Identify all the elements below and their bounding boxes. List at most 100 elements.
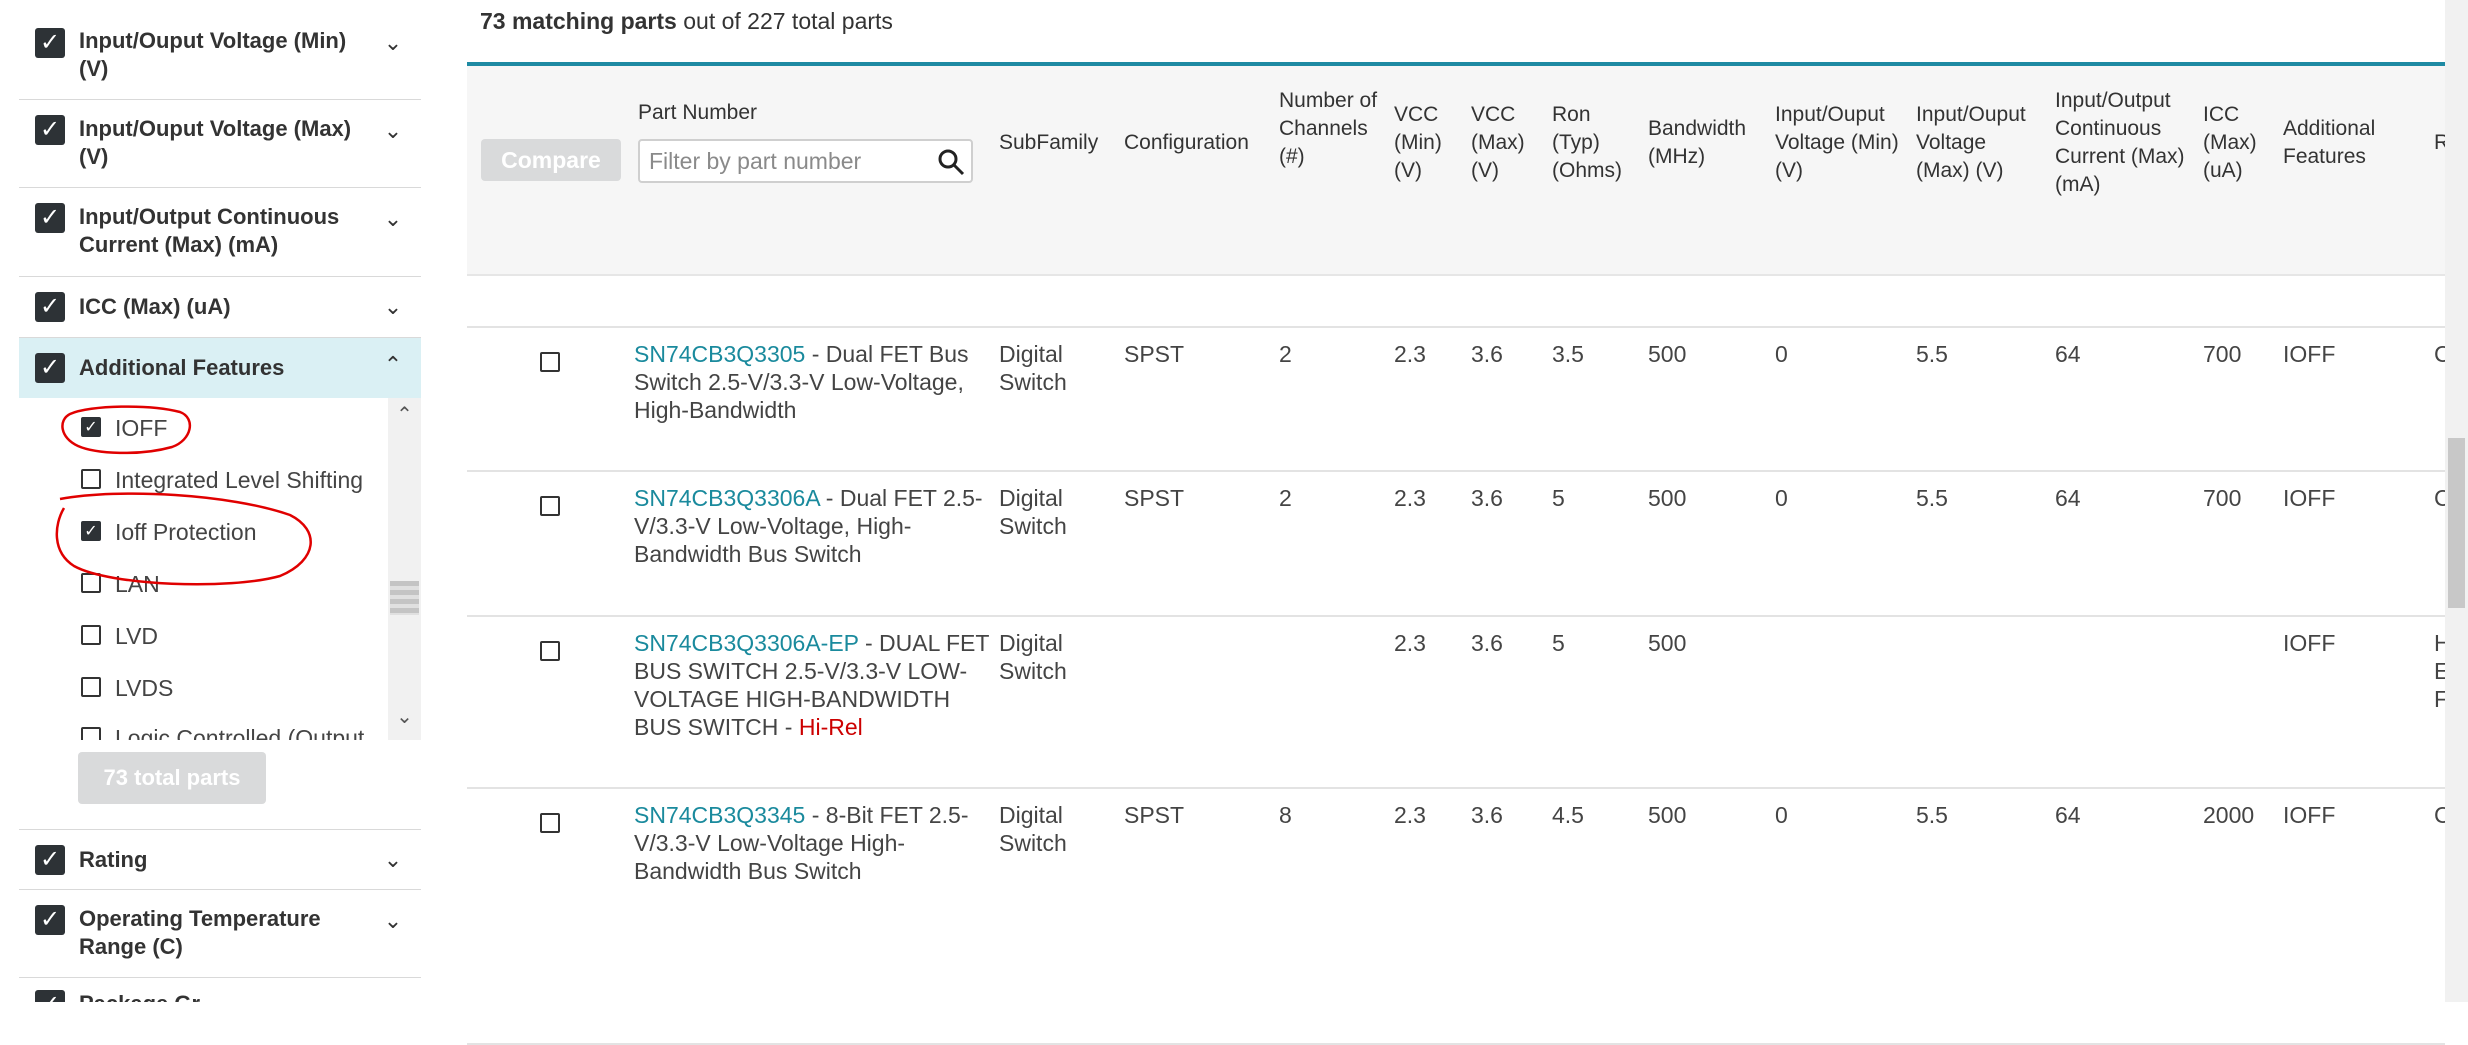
cell-vcc-min: 2.3: [1394, 341, 1426, 367]
option-checkbox[interactable]: ✓: [81, 521, 101, 541]
option-label: IOFF: [115, 415, 168, 441]
facet-io-voltage-min[interactable]: ✓ Input/Ouput Voltage (Min) (V) ⌄: [19, 0, 421, 100]
filter-sidebar: ✓ Input/Ouput Voltage (Min) (V) ⌄ ✓ Inpu…: [0, 0, 421, 1002]
cell-current: 64: [2055, 341, 2081, 367]
chevron-down-icon[interactable]: ⌄: [380, 908, 406, 934]
results-summary: 73 matching parts out of 227 total parts: [480, 8, 893, 35]
header-channels[interactable]: Number of Channels (#): [1279, 87, 1379, 171]
cell-vcc-min: 2.3: [1394, 485, 1426, 511]
cell-subfamily: Digital Switch: [999, 341, 1067, 395]
cell-bandwidth: 500: [1648, 630, 1687, 656]
search-icon[interactable]: [937, 148, 965, 176]
facet-label: Rating: [79, 847, 148, 872]
option-checkbox[interactable]: [81, 677, 101, 697]
cell-current: 64: [2055, 485, 2081, 511]
cell-current: 64: [2055, 802, 2081, 828]
option-label: Ioff Protection: [115, 519, 257, 545]
chevron-down-icon[interactable]: ⌄: [380, 206, 406, 232]
facet-operating-temperature[interactable]: ✓ Operating Temperature Range (C) ⌄: [19, 890, 421, 978]
cell-bandwidth: 500: [1648, 341, 1687, 367]
header-subfamily[interactable]: SubFamily: [999, 129, 1109, 157]
cell-configuration: SPST: [1124, 485, 1185, 511]
facet-rating[interactable]: ✓ Rating ⌄: [19, 830, 421, 890]
facet-checkbox[interactable]: ✓: [35, 115, 65, 145]
cell-subfamily: Digital Switch: [999, 485, 1067, 539]
header-continuous-current[interactable]: Input/Output Continuous Current (Max) (m…: [2055, 87, 2201, 199]
facet-checkbox[interactable]: ✓: [35, 353, 65, 383]
chevron-down-icon[interactable]: ⌄: [380, 294, 406, 320]
facet-label: Input/Ouput Voltage (Min) (V): [79, 28, 347, 81]
hi-rel-badge[interactable]: Hi-Rel: [799, 714, 863, 740]
header-configuration[interactable]: Configuration: [1124, 129, 1274, 157]
facet-package-group[interactable]: ✓ Package Gr: [19, 978, 421, 1002]
cell-rating: C: [2434, 485, 2445, 511]
header-vcc-min[interactable]: VCC (Min) (V): [1394, 101, 1456, 185]
cell-rating: C: [2434, 802, 2445, 828]
facet-label: Input/Ouput Voltage (Max) (V): [79, 116, 352, 169]
cell-vcc-min: 2.3: [1394, 802, 1426, 828]
cell-subfamily: Digital Switch: [999, 802, 1067, 856]
header-icc-max[interactable]: ICC (Max) (uA): [2203, 101, 2273, 185]
chevron-down-icon[interactable]: ⌄: [380, 30, 406, 56]
option-checkbox[interactable]: [81, 469, 101, 489]
part-number-link[interactable]: SN74CB3Q3305: [634, 341, 805, 367]
cell-io-max: 5.5: [1916, 485, 1948, 511]
header-io-voltage-max[interactable]: Input/Ouput Voltage (Max) (V): [1916, 101, 2044, 185]
cell-channels: 2: [1279, 341, 1292, 367]
page-scrollbar-thumb[interactable]: [2448, 438, 2465, 608]
part-number-filter-input[interactable]: [638, 139, 973, 183]
option-checkbox[interactable]: [81, 727, 101, 740]
header-additional-features[interactable]: Additional Features: [2283, 115, 2409, 171]
facet-checkbox[interactable]: ✓: [35, 203, 65, 233]
cell-vcc-max: 3.6: [1471, 802, 1503, 828]
cell-icc: 700: [2203, 341, 2242, 367]
row-select-checkbox[interactable]: [540, 641, 560, 661]
row-select-checkbox[interactable]: [540, 352, 560, 372]
part-number-link[interactable]: SN74CB3Q3345: [634, 802, 805, 828]
table-row: SN74CB3Q3345 - 8-Bit FET 2.5-V/3.3-V Low…: [467, 789, 2445, 1045]
option-clip: Logic Controlled (Output: [19, 724, 388, 740]
part-description: SN74CB3Q3306A-EP - DUAL FET BUS SWITCH 2…: [634, 629, 994, 741]
chevron-up-icon[interactable]: ⌃: [380, 352, 406, 378]
facet-additional-features[interactable]: ✓ Additional Features ⌃: [19, 338, 421, 398]
chevron-down-icon[interactable]: ⌄: [380, 847, 406, 873]
scroll-up-arrow-icon[interactable]: ⌃: [388, 402, 421, 427]
facet-checkbox[interactable]: ✓: [35, 905, 65, 935]
table-row: [467, 276, 2445, 328]
page-scrollbar[interactable]: [2445, 0, 2468, 1002]
part-description: SN74CB3Q3345 - 8-Bit FET 2.5-V/3.3-V Low…: [634, 801, 994, 885]
row-select-checkbox[interactable]: [540, 496, 560, 516]
total-parts-button[interactable]: 73 total parts: [78, 752, 266, 804]
option-label: Logic Controlled (Output: [115, 725, 365, 740]
header-io-voltage-min[interactable]: Input/Ouput Voltage (Min) (V): [1775, 101, 1903, 185]
part-number-link[interactable]: SN74CB3Q3306A-EP: [634, 630, 859, 656]
part-number-link[interactable]: SN74CB3Q3306A: [634, 485, 819, 511]
option-checkbox[interactable]: ✓: [81, 417, 101, 437]
chevron-down-icon[interactable]: ⌄: [380, 118, 406, 144]
cell-vcc-min: 2.3: [1394, 630, 1426, 656]
part-description: SN74CB3Q3306A - Dual FET 2.5-V/3.3-V Low…: [634, 484, 994, 568]
header-bandwidth[interactable]: Bandwidth (MHz): [1648, 115, 1773, 171]
compare-button[interactable]: Compare: [481, 139, 621, 181]
row-select-checkbox[interactable]: [540, 813, 560, 833]
facet-icc-max[interactable]: ✓ ICC (Max) (uA) ⌄: [19, 277, 421, 338]
facet-label: Operating Temperature Range (C): [79, 906, 321, 959]
option-checkbox[interactable]: [81, 573, 101, 593]
header-vcc-max[interactable]: VCC (Max) (V): [1471, 101, 1539, 185]
facet-checkbox[interactable]: ✓: [35, 28, 65, 58]
facet-checkbox[interactable]: ✓: [35, 292, 65, 322]
facet-continuous-current[interactable]: ✓ Input/Output Continuous Current (Max) …: [19, 188, 421, 277]
facet-io-voltage-max[interactable]: ✓ Input/Ouput Voltage (Max) (V) ⌄: [19, 100, 421, 188]
scroll-down-arrow-icon[interactable]: ⌄: [388, 704, 421, 729]
header-ron[interactable]: Ron (Typ) (Ohms): [1552, 101, 1642, 185]
option-label: LVDS: [115, 675, 174, 701]
facet-checkbox[interactable]: ✓: [35, 990, 65, 1002]
facet-checkbox[interactable]: ✓: [35, 845, 65, 875]
options-scrollbar-thumb[interactable]: [390, 581, 419, 615]
cell-bandwidth: 500: [1648, 802, 1687, 828]
options-scrollbar[interactable]: ⌃ ⌄: [388, 398, 421, 740]
cell-features: IOFF: [2283, 630, 2336, 656]
option-checkbox[interactable]: [81, 625, 101, 645]
parts-table: Compare Part Number SubFamily Configurat…: [467, 62, 2449, 1045]
cell-features: IOFF: [2283, 802, 2336, 828]
